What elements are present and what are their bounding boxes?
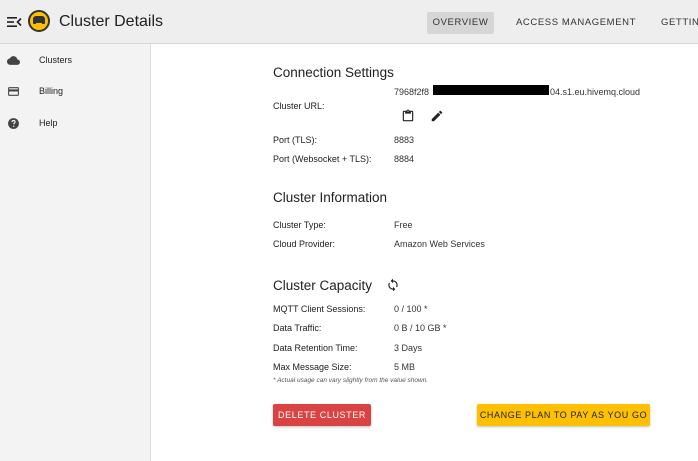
cluster-url-prefix: 7968f2f8 (394, 87, 430, 97)
refresh-icon[interactable] (386, 278, 400, 292)
hivemq-logo (28, 10, 50, 32)
help-icon (8, 118, 19, 129)
port-websocket-label: Port (Websocket + TLS): (273, 154, 372, 164)
port-websocket-value: 8884 (394, 154, 415, 164)
cluster-capacity-heading: Cluster Capacity (273, 278, 373, 293)
data-traffic-value: 0 B / 10 GB * (394, 323, 447, 333)
redaction-bar (433, 85, 549, 95)
cluster-url-label: Cluster URL: (273, 101, 325, 111)
sidebar-item-help[interactable]: Help (0, 111, 150, 137)
cluster-information-heading: Cluster Information (273, 190, 388, 205)
cloud-provider-label: Cloud Provider: (273, 239, 336, 249)
data-retention-label: Data Retention Time: (273, 343, 358, 353)
sidebar-item-label: Billing (39, 86, 64, 96)
sidebar-item-clusters[interactable]: Clusters (0, 48, 150, 74)
sidebar-item-label: Clusters (39, 55, 73, 65)
usage-footnote: * Actual usage can vary slightly from th… (273, 377, 429, 384)
cluster-type-label: Cluster Type: (273, 220, 326, 230)
credit-card-icon (8, 87, 19, 96)
tab-getting-started[interactable]: GETTIN (661, 12, 698, 34)
max-message-size-value: 5 MB (394, 362, 416, 372)
data-traffic-label: Data Traffic: (273, 323, 322, 333)
tab-overview[interactable]: OVERVIEW (427, 12, 494, 34)
cluster-url-suffix: 04.s1.eu.hivemq.cloud (550, 87, 641, 97)
cluster-type-value: Free (394, 220, 413, 230)
connection-settings-heading: Connection Settings (273, 65, 394, 80)
sidebar-item-billing[interactable]: Billing (0, 79, 150, 105)
mqtt-sessions-label: MQTT Client Sessions: (273, 304, 366, 314)
tab-access-management[interactable]: ACCESS MANAGEMENT (516, 12, 636, 34)
menu-collapse-icon[interactable] (6, 14, 22, 30)
delete-cluster-button[interactable]: DELETE CLUSTER (273, 404, 371, 426)
data-retention-value: 3 Days (394, 343, 423, 353)
sidebar-item-label: Help (39, 118, 58, 128)
mqtt-sessions-value: 0 / 100 * (394, 304, 428, 314)
max-message-size-label: Max Message Size: (273, 362, 352, 372)
clipboard-icon[interactable] (401, 109, 415, 123)
change-plan-button[interactable]: CHANGE PLAN TO PAY AS YOU GO (477, 404, 650, 426)
page-title: Cluster Details (59, 13, 164, 30)
port-tls-value: 8883 (394, 135, 415, 145)
edit-pencil-icon[interactable] (430, 109, 444, 123)
port-tls-label: Port (TLS): (273, 135, 318, 145)
cloud-provider-value: Amazon Web Services (394, 239, 485, 249)
sidebar: Clusters Billing Help (0, 44, 151, 461)
cloud-icon (7, 56, 20, 65)
top-app-bar: Cluster Details OVERVIEW ACCESS MANAGEME… (0, 0, 698, 44)
